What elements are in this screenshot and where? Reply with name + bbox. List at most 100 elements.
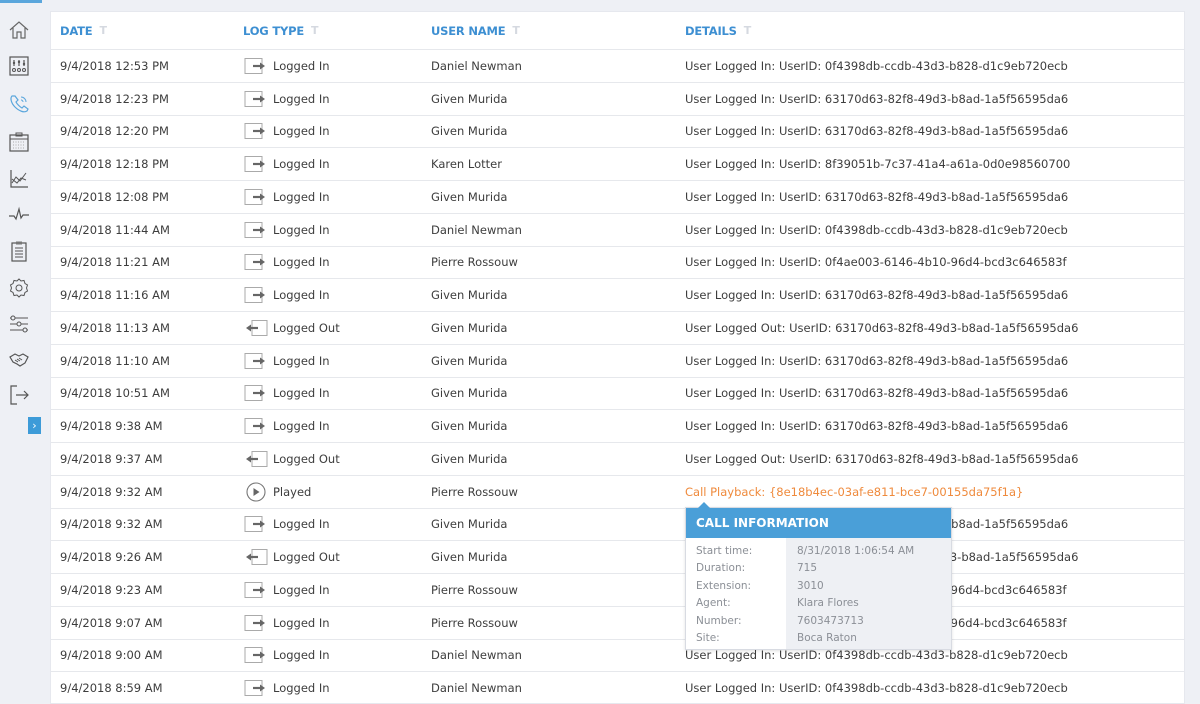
- column-header-user-name[interactable]: USER NAME T: [431, 12, 520, 49]
- details-cell: User Logged In: UserID: 0f4398db-ccdb-43…: [685, 58, 1068, 73]
- filter-icon[interactable]: T: [99, 24, 107, 37]
- sidebar-item-filters[interactable]: [8, 313, 30, 335]
- login-icon: [244, 352, 265, 369]
- logout-icon: [246, 549, 268, 566]
- details-cell: User Logged Out: UserID: 63170d63-82f8-4…: [685, 451, 1079, 466]
- table-row[interactable]: 9/4/2018 9:26 AMLogged OutGiven MuridaUs…: [51, 541, 1184, 574]
- log-type-label: Logged In: [273, 189, 330, 204]
- table-row[interactable]: 9/4/2018 9:23 AMLogged InPierre RossouwU…: [51, 574, 1184, 607]
- table-row[interactable]: 9/4/2018 12:08 PM Logged In Given Murida Us…: [51, 181, 1184, 214]
- table-row[interactable]: 9/4/2018 12:53 PM Logged In Daniel Newman U…: [51, 50, 1184, 83]
- details-cell: User Logged In: UserID: 63170d63-82f8-49…: [685, 386, 1069, 401]
- filter-icon[interactable]: T: [311, 24, 319, 37]
- login-icon: [244, 156, 265, 173]
- login-icon: [244, 123, 265, 140]
- gear-icon: [9, 278, 29, 298]
- login-icon: [244, 418, 265, 435]
- user-name-cell: Given Murida: [431, 91, 508, 106]
- details-cell: User Logged In: UserID: 63170d63-82f8-49…: [685, 124, 1069, 139]
- date-cell: 9/4/2018 11:10 AM: [60, 353, 170, 368]
- table-row[interactable]: 9/4/2018 9:32 AMLogged InGiven MuridaUse…: [51, 509, 1184, 542]
- log-type-label: Logged Out: [273, 550, 340, 565]
- call-info-field: Extension: 3010: [686, 580, 951, 598]
- user-name-cell: Pierre Rossouw: [431, 615, 518, 630]
- sidebar-item-activity[interactable]: [8, 204, 30, 226]
- login-icon: [243, 252, 269, 272]
- log-type-cell: Logged In: [243, 214, 330, 246]
- logout-icon: [243, 318, 269, 338]
- user-name-cell: Given Murida: [431, 189, 508, 204]
- sidebar-item-calls[interactable]: [8, 93, 30, 115]
- date-cell: 9/4/2018 12:08 PM: [60, 189, 169, 204]
- sidebar-item-settings[interactable]: [8, 277, 30, 299]
- play-icon: [243, 482, 269, 502]
- table-row[interactable]: 9/4/2018 11:13 AM Logged Out Given Murida U…: [51, 312, 1184, 345]
- user-name-cell: Daniel Newman: [431, 222, 522, 237]
- login-icon: [244, 647, 265, 664]
- date-cell: 9/4/2018 11:13 AM: [60, 320, 170, 335]
- user-name-cell: Karen Lotter: [431, 157, 502, 172]
- column-header-details[interactable]: DETAILS T: [685, 12, 751, 49]
- log-type-label: Logged Out: [273, 320, 340, 335]
- table-row[interactable]: 9/4/2018 9:00 AM Logged In Daniel Newman Us…: [51, 640, 1184, 673]
- user-name-cell: Daniel Newman: [431, 681, 522, 696]
- column-header-label: USER NAME: [431, 23, 506, 38]
- login-icon: [243, 154, 269, 174]
- log-type-label: Logged Out: [273, 451, 340, 466]
- table-row[interactable]: 9/4/2018 11:10 AM Logged In Given Murida Us…: [51, 345, 1184, 378]
- login-icon: [244, 287, 265, 304]
- table-header: DATE T LOG TYPE T USER NAME T DETAILS T: [51, 12, 1184, 50]
- log-type-cell: Logged In: [243, 148, 330, 180]
- login-icon: [244, 254, 265, 271]
- login-icon: [243, 678, 269, 698]
- table-row[interactable]: 9/4/2018 8:59 AM Logged In Daniel Newman Us…: [51, 672, 1184, 704]
- table-row[interactable]: 9/4/2018 9:07 AMLogged InPierre RossouwU…: [51, 607, 1184, 640]
- sidebar-item-calendar[interactable]: [8, 131, 30, 153]
- field-label: Number:: [696, 614, 742, 627]
- log-type-label: Logged In: [273, 157, 330, 172]
- table-row[interactable]: 9/4/2018 12:20 PM Logged In Given Murida Us…: [51, 116, 1184, 149]
- sidebar-item-tasks[interactable]: [8, 240, 30, 262]
- login-icon: [243, 56, 269, 76]
- details-cell: User Logged In: UserID: 63170d63-82f8-49…: [685, 189, 1069, 204]
- sidebar-item-reports[interactable]: [8, 168, 30, 190]
- details-cell: User Logged In: UserID: 63170d63-82f8-49…: [685, 91, 1069, 106]
- sidebar-item-home[interactable]: [8, 19, 30, 41]
- log-type-label: Logged In: [273, 615, 330, 630]
- table-row[interactable]: 9/4/2018 12:18 PM Logged In Karen Lotter Us…: [51, 148, 1184, 181]
- log-type-label: Logged In: [273, 582, 330, 597]
- date-cell: 9/4/2018 9:37 AM: [60, 451, 163, 466]
- field-value: 8/31/2018 1:06:54 AM: [797, 545, 915, 557]
- details-cell: User Logged In: UserID: 63170d63-82f8-49…: [685, 419, 1069, 434]
- phone-icon: [10, 95, 29, 113]
- column-header-log-type[interactable]: LOG TYPE T: [243, 12, 319, 49]
- filter-icon[interactable]: T: [512, 24, 520, 37]
- table-row[interactable]: 9/4/2018 9:38 AM Logged In Given Murida Use…: [51, 410, 1184, 443]
- table-row[interactable]: 9/4/2018 9:32 AM Played Pierre Rossouw Call…: [51, 476, 1184, 509]
- logout-icon: [243, 449, 269, 469]
- user-name-cell: Pierre Rossouw: [431, 484, 518, 499]
- table-row[interactable]: 9/4/2018 11:21 AM Logged In Pierre Rossouw…: [51, 247, 1184, 280]
- table-row[interactable]: 9/4/2018 11:44 AM Logged In Daniel Newman U…: [51, 214, 1184, 247]
- table-row[interactable]: 9/4/2018 9:37 AM Logged Out Given Murida Us…: [51, 443, 1184, 476]
- expand-sidebar-button[interactable]: ›: [28, 417, 41, 434]
- call-info-field: Duration: 715: [686, 562, 951, 580]
- sidebar-item-partners[interactable]: [8, 348, 30, 370]
- call-playback-link[interactable]: Call Playback: {8e18b4ec-03af-e811-bce7-…: [685, 476, 1023, 508]
- log-type-cell: Logged Out: [243, 541, 340, 573]
- table-row[interactable]: 9/4/2018 10:51 AM Logged In Given Murida Us…: [51, 378, 1184, 411]
- sliders-icon: [10, 315, 28, 333]
- sidebar-item-dashboard[interactable]: [8, 55, 30, 77]
- column-header-date[interactable]: DATE T: [60, 12, 107, 49]
- filter-icon[interactable]: T: [744, 24, 752, 37]
- exit-icon: [10, 385, 29, 405]
- table-row[interactable]: 9/4/2018 11:16 AM Logged In Given Murida Us…: [51, 279, 1184, 312]
- table-row[interactable]: 9/4/2018 12:23 PM Logged In Given Murida Us…: [51, 83, 1184, 116]
- field-value: 715: [797, 562, 818, 575]
- sidebar-item-logout[interactable]: [8, 384, 30, 406]
- login-icon: [243, 220, 269, 240]
- log-type-label: Logged In: [273, 58, 330, 73]
- popup-body: Start time: 8/31/2018 1:06:54 AM Duration:…: [686, 538, 951, 649]
- date-cell: 9/4/2018 9:23 AM: [60, 582, 163, 597]
- login-icon: [243, 416, 269, 436]
